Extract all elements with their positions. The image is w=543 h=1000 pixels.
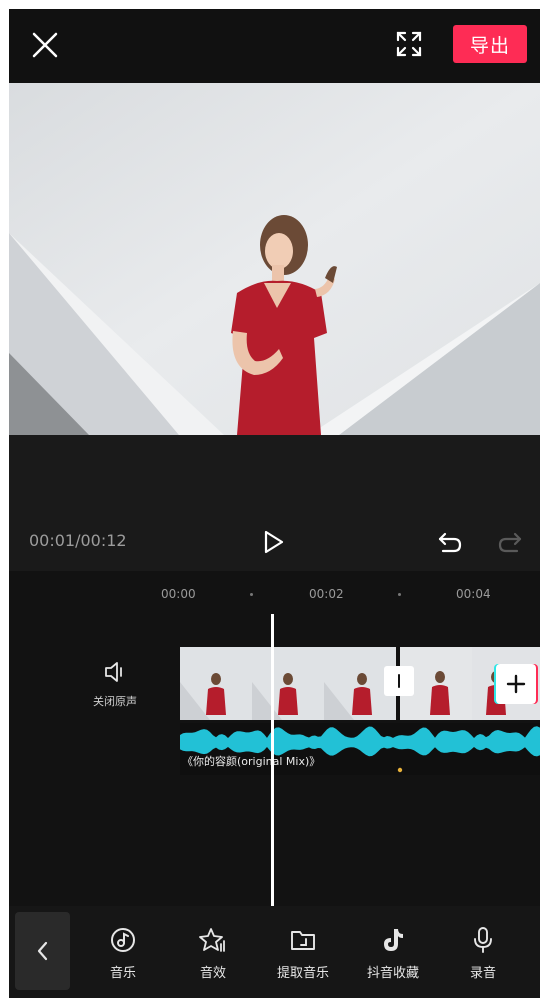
- plus-icon: [506, 674, 526, 694]
- timeline[interactable]: 00:00 00:02 00:04 关闭原声 《你的容颜(original Mi…: [9, 571, 540, 906]
- audio-track-label: 《你的容颜(original Mix)》: [182, 755, 321, 768]
- fullscreen-icon: [396, 31, 422, 57]
- toolbar-item-label: 音效: [199, 966, 226, 981]
- video-clip-track[interactable]: [180, 647, 540, 720]
- tiktok-icon: [384, 929, 403, 951]
- redo-icon: [498, 532, 522, 553]
- toolbar-item-extract-music[interactable]: 提取音乐: [258, 906, 348, 998]
- fullscreen-button[interactable]: [394, 29, 424, 59]
- back-button[interactable]: [15, 912, 70, 990]
- toolbar-item-record[interactable]: 录音: [438, 906, 528, 998]
- playhead[interactable]: [271, 614, 274, 906]
- speaker-icon: [105, 662, 122, 682]
- video-frame-image: [9, 83, 540, 435]
- toolbar-item-label: 抖音收藏: [366, 966, 419, 981]
- toolbar-item-label: 音乐: [109, 966, 136, 981]
- close-icon: [32, 32, 58, 58]
- ruler-tick-label: 00:00: [161, 587, 196, 601]
- video-preview[interactable]: [9, 83, 540, 435]
- redo-button[interactable]: [497, 529, 523, 555]
- clip-thumbnails: [180, 647, 540, 720]
- folder-icon: [291, 931, 315, 950]
- waveform-shape: [180, 726, 540, 757]
- microphone-icon: [474, 927, 492, 953]
- toolbar-item-label: 录音: [469, 966, 496, 981]
- audio-track[interactable]: 《你的容颜(original Mix)》: [180, 723, 540, 775]
- export-button[interactable]: 导出: [453, 25, 527, 63]
- music-icon: [111, 928, 135, 952]
- add-clip-button[interactable]: [496, 664, 536, 704]
- player-controls: 00:01/00:12: [9, 435, 540, 571]
- ruler-dot: [250, 593, 253, 596]
- undo-icon: [438, 532, 462, 553]
- close-button[interactable]: [29, 29, 61, 61]
- play-button[interactable]: [260, 529, 286, 555]
- beat-marker: [397, 767, 403, 773]
- toolbar-item-tiktok-favorites[interactable]: 抖音收藏: [348, 906, 438, 998]
- time-display: 00:01/00:12: [29, 531, 127, 550]
- toolbar-item-music[interactable]: 音乐: [78, 906, 168, 998]
- mute-label: 关闭原声: [93, 695, 137, 708]
- mute-original-audio-button[interactable]: 关闭原声: [75, 653, 155, 713]
- sound-effect-icon: [199, 928, 225, 952]
- editor-screen: 导出 00:01/00:12 00:00 00:02 00:04 关闭原声 《你…: [9, 9, 540, 998]
- transition-icon: [398, 674, 400, 688]
- transition-button[interactable]: [384, 666, 414, 696]
- ruler-dot: [398, 593, 401, 596]
- toolbar-item-sound-effect[interactable]: 音效: [168, 906, 258, 998]
- ruler-tick-label: 00:02: [309, 587, 344, 601]
- chevron-left-icon: [37, 941, 48, 961]
- ruler-tick-label: 00:04: [456, 587, 491, 601]
- toolbar-item-label: 提取音乐: [276, 966, 329, 981]
- top-bar: 导出: [9, 9, 540, 83]
- undo-button[interactable]: [437, 529, 463, 555]
- play-icon: [264, 530, 284, 554]
- bottom-toolbar: 音乐 音效 提取音乐 抖音收藏 录音: [9, 906, 540, 998]
